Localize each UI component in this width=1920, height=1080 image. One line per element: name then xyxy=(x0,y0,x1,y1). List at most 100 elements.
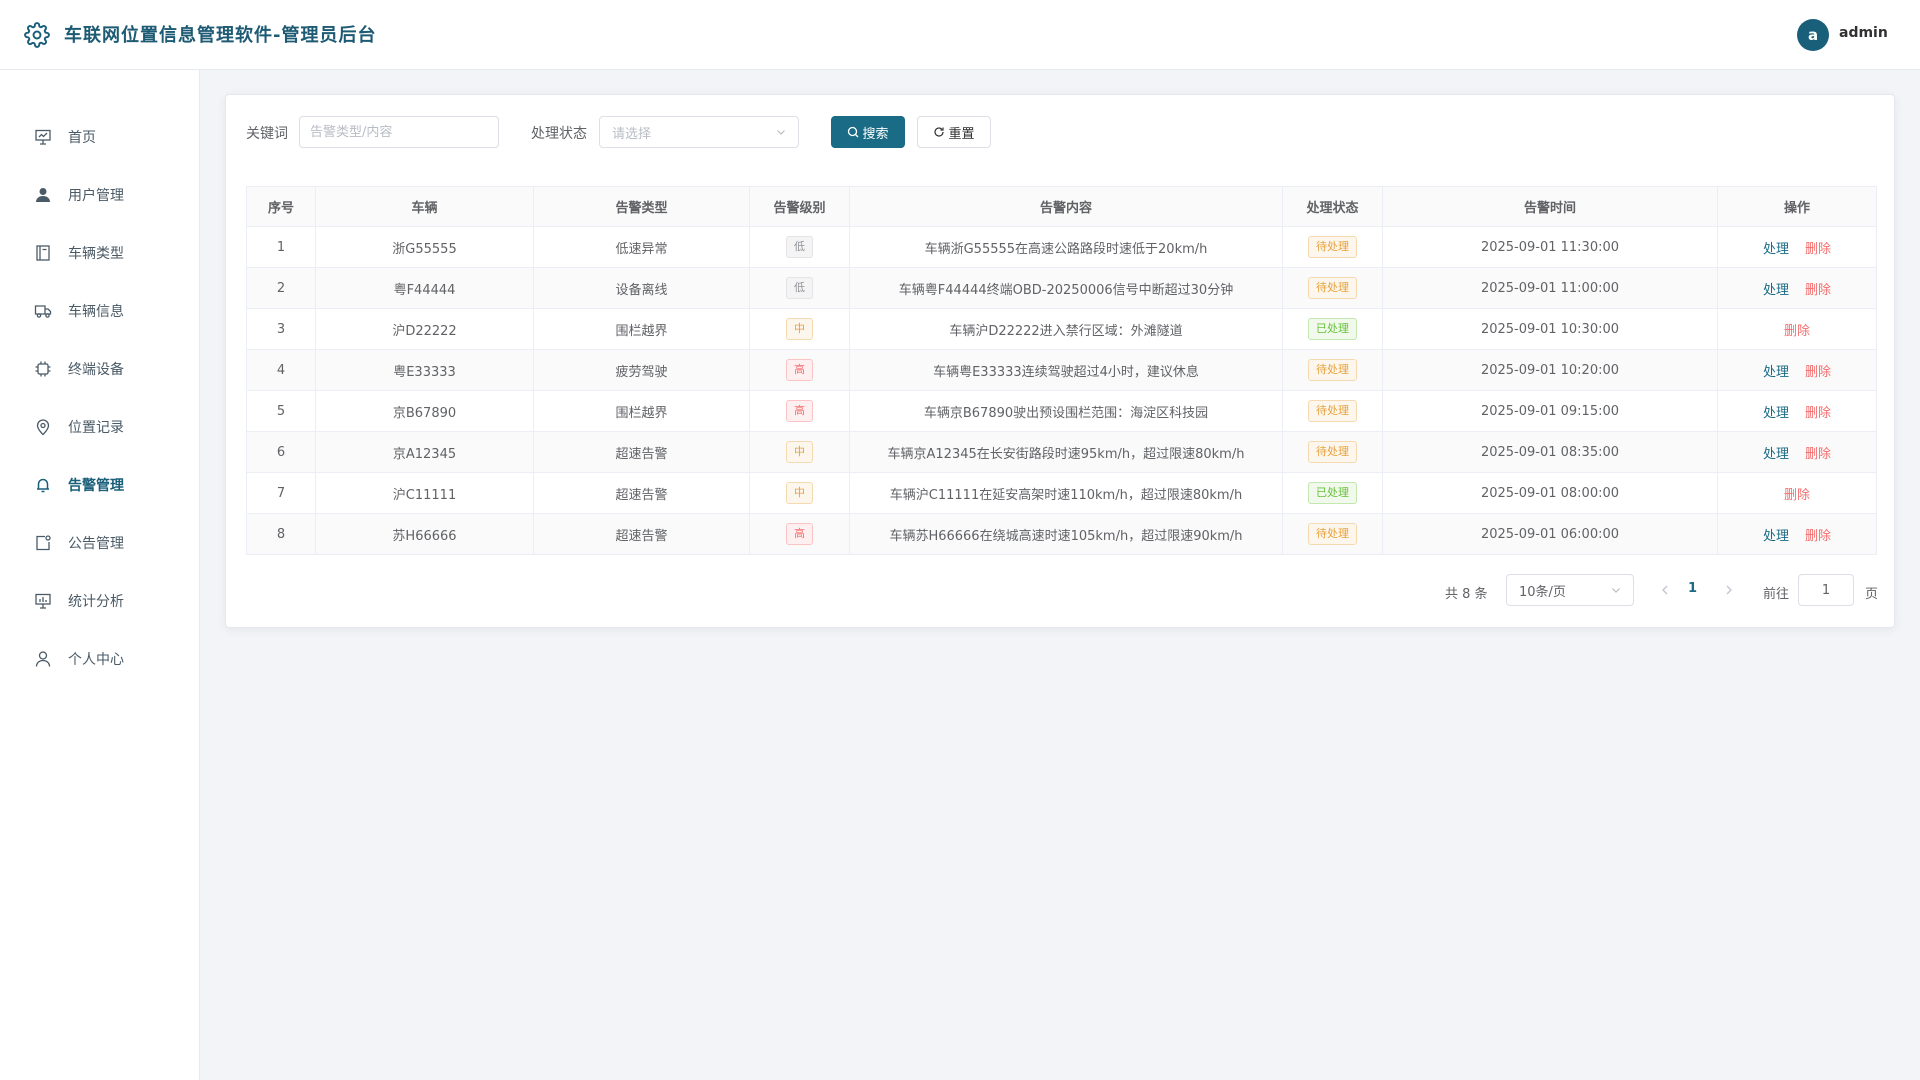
chevron-down-icon xyxy=(777,130,785,135)
chart-board-icon xyxy=(35,593,51,609)
cell-status: 待处理 xyxy=(1282,267,1383,309)
cell-alarm-content: 车辆粤E33333连续驾驶超过4小时，建议休息 xyxy=(849,349,1283,391)
status-label: 处理状态 xyxy=(531,126,587,142)
alarm-list-card: 关键词 处理状态 请选择 搜索 重置 序号 车辆 告警类型 告警级别 告警内容 … xyxy=(225,94,1895,628)
notebook-icon xyxy=(36,245,50,261)
delete-button[interactable]: 删除 xyxy=(1805,361,1831,380)
sidebar-item-label: 车辆信息 xyxy=(68,304,124,320)
cell-alarm-type: 围栏越界 xyxy=(533,390,750,432)
column-header: 处理状态 xyxy=(1282,186,1383,227)
reset-button[interactable]: 重置 xyxy=(917,116,991,148)
cpu-icon xyxy=(35,361,51,377)
cell-vehicle: 粤E33333 xyxy=(315,349,534,391)
cell-actions: 处理 删除 xyxy=(1717,226,1877,268)
cell-actions: 处理 删除 xyxy=(1717,431,1877,473)
sidebar-item-statistics[interactable]: 统计分析 xyxy=(0,580,199,620)
sidebar-item-vehicle-types[interactable]: 车辆类型 xyxy=(0,232,199,272)
avatar[interactable]: a xyxy=(1797,19,1829,51)
sidebar-item-notices[interactable]: 公告管理 xyxy=(0,522,199,562)
pagination-page-suffix: 页 xyxy=(1865,587,1879,602)
cell-no: 8 xyxy=(246,513,316,555)
table-row: 1 浙G55555 低速异常 低 车辆浙G55555在高速公路路段时速低于20km/h 待… xyxy=(246,226,1877,268)
delete-button[interactable]: 删除 xyxy=(1805,402,1831,421)
cell-no: 6 xyxy=(246,431,316,473)
status-badge: 待处理 xyxy=(1308,523,1357,545)
chevron-left-icon[interactable] xyxy=(1659,583,1671,597)
delete-button[interactable]: 删除 xyxy=(1784,320,1810,339)
column-header: 车辆 xyxy=(315,186,534,227)
level-badge: 高 xyxy=(786,359,813,381)
reset-button-label: 重置 xyxy=(948,126,975,142)
sidebar-item-profile[interactable]: 个人中心 xyxy=(0,638,199,678)
sidebar-item-label: 统计分析 xyxy=(68,594,124,610)
sidebar-item-users[interactable]: 用户管理 xyxy=(0,174,199,214)
location-icon xyxy=(36,419,50,436)
delete-button[interactable]: 删除 xyxy=(1784,484,1810,503)
cell-alarm-time: 2025-09-01 11:00:00 xyxy=(1382,267,1718,309)
sidebar-item-home[interactable]: 首页 xyxy=(0,116,199,156)
delete-button[interactable]: 删除 xyxy=(1805,238,1831,257)
pagination-goto-label: 前往 xyxy=(1763,587,1790,602)
handle-button[interactable]: 处理 xyxy=(1763,525,1789,544)
pagination-current-page[interactable]: 1 xyxy=(1688,581,1697,596)
table-row: 2 粤F44444 设备离线 低 车辆粤F44444终端OBD-20250006信号中断… xyxy=(246,267,1877,309)
cell-alarm-level: 高 xyxy=(749,390,850,432)
cell-actions: 处理 删除 xyxy=(1717,267,1877,309)
cell-alarm-time: 2025-09-01 09:15:00 xyxy=(1382,390,1718,432)
chevron-right-icon[interactable] xyxy=(1723,583,1735,597)
cell-status: 待处理 xyxy=(1282,431,1383,473)
sidebar-item-label: 公告管理 xyxy=(68,536,124,552)
handle-button[interactable]: 处理 xyxy=(1763,402,1789,421)
cell-alarm-time: 2025-09-01 06:00:00 xyxy=(1382,513,1718,555)
cell-alarm-type: 疲劳驾驶 xyxy=(533,349,750,391)
handle-button[interactable]: 处理 xyxy=(1763,443,1789,462)
cell-status: 已处理 xyxy=(1282,308,1383,350)
cell-alarm-level: 高 xyxy=(749,513,850,555)
column-header: 告警级别 xyxy=(749,186,850,227)
status-badge: 待处理 xyxy=(1308,236,1357,258)
cell-vehicle: 沪D22222 xyxy=(315,308,534,350)
user-icon xyxy=(36,188,50,202)
column-header: 告警内容 xyxy=(849,186,1283,227)
status-select[interactable]: 请选择 xyxy=(599,116,799,148)
username[interactable]: admin xyxy=(1839,25,1888,41)
cell-alarm-time: 2025-09-01 10:20:00 xyxy=(1382,349,1718,391)
cell-vehicle: 苏H66666 xyxy=(315,513,534,555)
keyword-label: 关键词 xyxy=(246,126,288,142)
cell-status: 已处理 xyxy=(1282,472,1383,514)
notice-icon xyxy=(36,535,51,551)
status-badge: 待处理 xyxy=(1308,277,1357,299)
top-header: 车联网位置信息管理软件-管理员后台 a admin xyxy=(0,0,1920,70)
table-row: 4 粤E33333 疲劳驾驶 高 车辆粤E33333连续驾驶超过4小时，建议休息 待处理 2… xyxy=(246,349,1877,391)
cell-alarm-time: 2025-09-01 11:30:00 xyxy=(1382,226,1718,268)
delete-button[interactable]: 删除 xyxy=(1805,279,1831,298)
handle-button[interactable]: 处理 xyxy=(1763,279,1789,298)
cell-actions: 删除 xyxy=(1717,472,1877,514)
status-badge: 待处理 xyxy=(1308,441,1357,463)
search-button[interactable]: 搜索 xyxy=(831,116,905,148)
handle-button[interactable]: 处理 xyxy=(1763,361,1789,380)
cell-alarm-content: 车辆浙G55555在高速公路路段时速低于20km/h xyxy=(849,226,1283,268)
sidebar-item-alarms[interactable]: 告警管理 xyxy=(0,464,199,504)
cell-alarm-level: 中 xyxy=(749,431,850,473)
page-size-select[interactable]: 10条/页 xyxy=(1506,574,1634,606)
keyword-input[interactable] xyxy=(299,116,499,148)
cell-alarm-level: 中 xyxy=(749,308,850,350)
search-button-label: 搜索 xyxy=(862,126,889,142)
pagination-goto-input[interactable] xyxy=(1798,574,1854,606)
cell-vehicle: 沪C11111 xyxy=(315,472,534,514)
cell-alarm-content: 车辆沪D22222进入禁行区域：外滩隧道 xyxy=(849,308,1283,350)
sidebar-item-devices[interactable]: 终端设备 xyxy=(0,348,199,388)
sidebar-item-vehicles[interactable]: 车辆信息 xyxy=(0,290,199,330)
delete-button[interactable]: 删除 xyxy=(1805,525,1831,544)
alarm-table: 序号 车辆 告警类型 告警级别 告警内容 处理状态 告警时间 操作 1 浙G555… xyxy=(246,186,1877,555)
sidebar-item-locations[interactable]: 位置记录 xyxy=(0,406,199,446)
handle-button[interactable]: 处理 xyxy=(1763,238,1789,257)
level-badge: 高 xyxy=(786,523,813,545)
cell-alarm-type: 超速告警 xyxy=(533,513,750,555)
cell-alarm-content: 车辆粤F44444终端OBD-20250006信号中断超过30分钟 xyxy=(849,267,1283,309)
column-header: 告警时间 xyxy=(1382,186,1718,227)
bell-icon xyxy=(37,478,49,493)
delete-button[interactable]: 删除 xyxy=(1805,443,1831,462)
cell-alarm-time: 2025-09-01 10:30:00 xyxy=(1382,308,1718,350)
